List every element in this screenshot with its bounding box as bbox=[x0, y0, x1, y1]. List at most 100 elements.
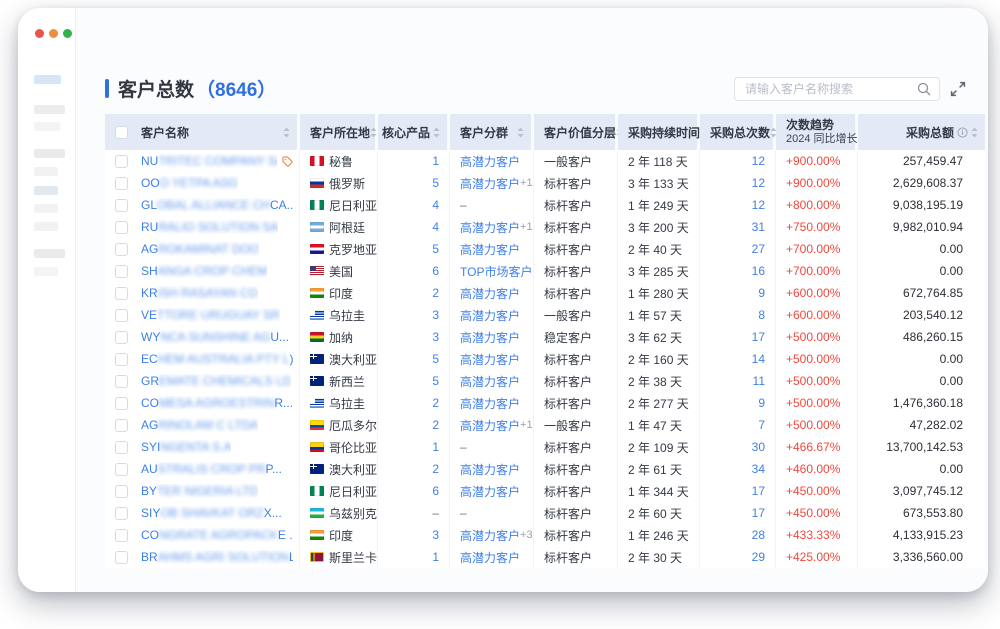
core-products-count[interactable]: 3 bbox=[432, 528, 439, 542]
customer-name-link[interactable]: KRISH RASAYAN CO bbox=[141, 286, 258, 300]
customer-name-link[interactable]: SIYOB SHAVKAT ORZX... bbox=[141, 506, 282, 520]
customer-name-link[interactable]: AGROKAMINAT DOO bbox=[141, 242, 259, 256]
core-products-count[interactable]: 1 bbox=[432, 550, 439, 564]
column-header-purchase-duration[interactable]: 采购持续时间 bbox=[618, 114, 697, 150]
customer-name-link[interactable]: COMESA AGROESTRINR... bbox=[141, 396, 293, 410]
row-checkbox[interactable] bbox=[115, 397, 128, 410]
sort-caret-icon[interactable] bbox=[370, 127, 377, 138]
purchase-count-link[interactable]: 29 bbox=[752, 550, 765, 564]
customer-name-link[interactable]: SHANGA CROP CHEM bbox=[141, 264, 267, 278]
search-box[interactable] bbox=[734, 77, 940, 101]
column-header-customer-name[interactable]: 客户名称 bbox=[105, 114, 297, 150]
customer-name-link[interactable]: NUTRITEC COMPANY SA bbox=[141, 154, 277, 168]
purchase-count-link[interactable]: 17 bbox=[752, 506, 765, 520]
purchase-count-link[interactable]: 7 bbox=[758, 418, 765, 432]
core-products-count[interactable]: 6 bbox=[432, 484, 439, 498]
core-products-count[interactable]: 6 bbox=[432, 264, 439, 278]
row-checkbox[interactable] bbox=[115, 309, 128, 322]
minimize-window-button[interactable] bbox=[49, 29, 58, 38]
customer-name-link[interactable]: OOO YETPA ASG bbox=[141, 176, 238, 190]
segment-link[interactable]: 高潜力客户 bbox=[460, 483, 520, 500]
segment-link[interactable]: 高潜力客户 bbox=[460, 153, 520, 170]
close-window-button[interactable] bbox=[35, 29, 44, 38]
segment-link[interactable]: TOP市场客户 bbox=[460, 263, 532, 280]
segment-link[interactable]: 高潜力客户 bbox=[460, 395, 520, 412]
sidebar-item[interactable] bbox=[34, 204, 58, 213]
sort-caret-icon[interactable] bbox=[517, 127, 524, 138]
segment-link[interactable]: 高潜力客户 bbox=[460, 549, 520, 566]
purchase-count-link[interactable]: 12 bbox=[752, 154, 765, 168]
segment-link[interactable]: 高潜力客户 bbox=[460, 285, 520, 302]
row-checkbox[interactable] bbox=[115, 287, 128, 300]
sidebar-item[interactable] bbox=[34, 222, 58, 231]
segment-link[interactable]: 高潜力客户 bbox=[460, 175, 520, 192]
purchase-count-link[interactable]: 16 bbox=[752, 264, 765, 278]
column-header-location[interactable]: 客户所在地 bbox=[300, 114, 375, 150]
column-header-count-trend[interactable]: 次数趋势2024 同比增长率 bbox=[776, 114, 855, 150]
segment-link[interactable]: 高潜力客户 bbox=[460, 417, 520, 434]
customer-name-link[interactable]: VETTORE URUGUAY SR bbox=[141, 308, 280, 322]
row-checkbox[interactable] bbox=[115, 463, 128, 476]
segment-link[interactable]: 高潜力客户 bbox=[460, 373, 520, 390]
search-icon[interactable] bbox=[917, 82, 931, 96]
core-products-count[interactable]: 3 bbox=[432, 308, 439, 322]
customer-name-link[interactable]: GLOBAL ALLIANCE CHCA... bbox=[141, 198, 293, 212]
purchase-count-link[interactable]: 27 bbox=[752, 242, 765, 256]
customer-name-link[interactable]: AUSTRALIS CROP PRP... bbox=[141, 462, 282, 476]
row-checkbox[interactable] bbox=[115, 221, 128, 234]
customer-name-link[interactable]: WYNCA SUNSHINE AGU... bbox=[141, 330, 289, 344]
column-header-core-products[interactable]: 核心产品 bbox=[378, 114, 447, 150]
customer-name-link[interactable]: CONGRATE AGROPACKE ... bbox=[141, 528, 293, 542]
segment-link[interactable]: 高潜力客户 bbox=[460, 527, 520, 544]
row-checkbox[interactable] bbox=[115, 353, 128, 366]
sort-caret-icon[interactable] bbox=[971, 127, 978, 138]
row-checkbox[interactable] bbox=[115, 375, 128, 388]
row-checkbox[interactable] bbox=[115, 155, 128, 168]
sidebar-item[interactable] bbox=[34, 249, 65, 258]
segment-link[interactable]: 高潜力客户 bbox=[460, 329, 520, 346]
customer-name-link[interactable]: BRAHMS AGRI SOLUTION LTD bbox=[141, 550, 293, 564]
core-products-count[interactable]: 5 bbox=[432, 242, 439, 256]
search-input[interactable] bbox=[743, 81, 917, 97]
sidebar-item[interactable] bbox=[34, 167, 58, 176]
core-products-count[interactable]: 1 bbox=[432, 440, 439, 454]
customer-name-link[interactable]: BYTER NIGERIA LTD bbox=[141, 484, 258, 498]
row-checkbox[interactable] bbox=[115, 265, 128, 278]
row-checkbox[interactable] bbox=[115, 331, 128, 344]
core-products-count[interactable]: 2 bbox=[432, 418, 439, 432]
purchase-count-link[interactable]: 14 bbox=[752, 352, 765, 366]
sidebar-item[interactable] bbox=[34, 122, 60, 131]
row-checkbox[interactable] bbox=[115, 419, 128, 432]
column-header-purchase-count[interactable]: 采购总次数 bbox=[700, 114, 773, 150]
segment-link[interactable]: 高潜力客户 bbox=[460, 351, 520, 368]
info-icon[interactable] bbox=[957, 127, 968, 138]
core-products-count[interactable]: 2 bbox=[432, 462, 439, 476]
header-checkbox[interactable] bbox=[115, 126, 128, 139]
row-checkbox[interactable] bbox=[115, 551, 128, 564]
purchase-count-link[interactable]: 9 bbox=[758, 286, 765, 300]
column-header-purchase-total[interactable]: 采购总额 bbox=[858, 114, 985, 150]
row-checkbox[interactable] bbox=[115, 529, 128, 542]
core-products-count[interactable]: 2 bbox=[432, 396, 439, 410]
row-checkbox[interactable] bbox=[115, 177, 128, 190]
sidebar-item[interactable] bbox=[34, 149, 65, 158]
purchase-count-link[interactable]: 9 bbox=[758, 396, 765, 410]
sidebar-item[interactable] bbox=[34, 267, 58, 276]
core-products-count[interactable]: 5 bbox=[432, 176, 439, 190]
purchase-count-link[interactable]: 17 bbox=[752, 484, 765, 498]
row-checkbox[interactable] bbox=[115, 199, 128, 212]
core-products-count[interactable]: 2 bbox=[432, 286, 439, 300]
segment-link[interactable]: 高潜力客户 bbox=[460, 219, 520, 236]
sidebar-item[interactable] bbox=[34, 186, 58, 195]
purchase-count-link[interactable]: 8 bbox=[758, 308, 765, 322]
row-checkbox[interactable] bbox=[115, 507, 128, 520]
purchase-count-link[interactable]: 11 bbox=[753, 374, 765, 388]
fullscreen-expand-icon[interactable] bbox=[950, 81, 966, 97]
segment-link[interactable]: 高潜力客户 bbox=[460, 241, 520, 258]
row-checkbox[interactable] bbox=[115, 243, 128, 256]
customer-name-link[interactable]: RURALIO SOLUTION SA bbox=[141, 220, 278, 234]
core-products-count[interactable]: 5 bbox=[432, 352, 439, 366]
purchase-count-link[interactable]: 34 bbox=[752, 462, 765, 476]
customer-name-link[interactable]: AGRINOLAM C LTDA bbox=[141, 418, 258, 432]
core-products-count[interactable]: 1 bbox=[432, 154, 439, 168]
